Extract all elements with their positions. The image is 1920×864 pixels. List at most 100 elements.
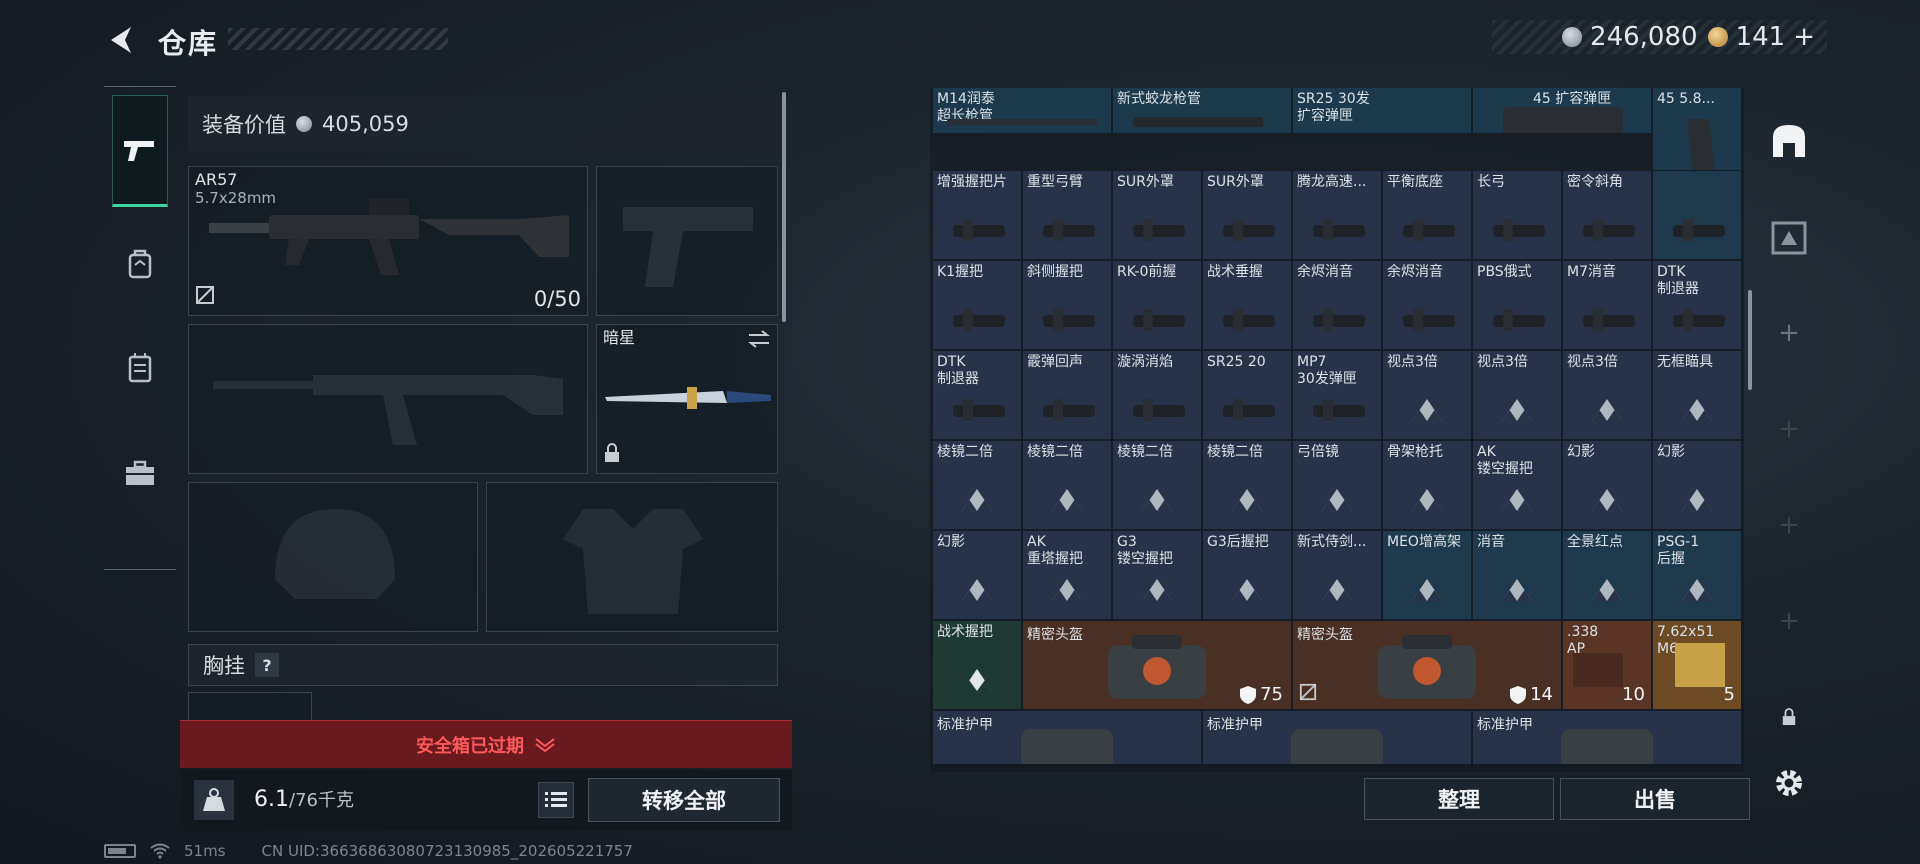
nav-vest[interactable] — [112, 339, 168, 395]
helmet-item-b[interactable]: 精密头盔 14 — [1292, 620, 1562, 710]
inventory-item[interactable]: 45 扩容弹匣 — [1472, 88, 1652, 134]
sort-button[interactable]: 整理 — [1364, 778, 1554, 820]
armor-slot[interactable] — [486, 482, 778, 632]
inventory-item[interactable]: 新式蛟龙枪管 — [1112, 88, 1292, 134]
inventory-item[interactable]: 斜侧握把 — [1022, 260, 1112, 350]
weight-max: /76千克 — [289, 790, 354, 811]
inventory-item[interactable]: G3后握把 — [1202, 530, 1292, 620]
armor-silhouette-icon — [563, 509, 703, 614]
back-button[interactable] — [100, 20, 144, 60]
inventory-item[interactable] — [1652, 170, 1742, 260]
inventory-item[interactable]: 长弓 — [1472, 170, 1562, 260]
chest-rig-bar[interactable]: 胸挂 ? — [188, 644, 778, 686]
inventory-item[interactable]: 幻影 — [932, 530, 1022, 620]
transfer-all-button[interactable]: 转移全部 — [588, 778, 780, 822]
inventory-item[interactable]: PBS俄式 — [1472, 260, 1562, 350]
inventory-item[interactable]: 视点3倍 — [1382, 350, 1472, 440]
unknown-item-icon — [1142, 579, 1172, 601]
inventory-item[interactable]: DTK 制退器 — [1652, 260, 1742, 350]
inventory-item[interactable]: 棱镜二倍 — [1112, 440, 1202, 530]
armor-item[interactable]: 标准护甲 — [932, 710, 1202, 764]
attachment-icon — [1403, 219, 1455, 241]
inventory-item[interactable]: 消音 — [1472, 530, 1562, 620]
inventory-item[interactable]: SUR外罩 — [1202, 170, 1292, 260]
inventory-item[interactable]: 7.62x51 M6... 5 — [1652, 620, 1742, 710]
inventory-item[interactable]: PSG-1 后握 — [1652, 530, 1742, 620]
inventory-item[interactable]: 骨架枪托 — [1382, 440, 1472, 530]
no-insure-icon — [1299, 683, 1317, 705]
inventory-item[interactable]: SUR外罩 — [1112, 170, 1202, 260]
inventory-item[interactable]: 密令斜角 — [1562, 170, 1652, 260]
inventory-item[interactable]: 余烬消音 — [1292, 260, 1382, 350]
inventory-item[interactable]: 幻影 — [1652, 440, 1742, 530]
storage-tab[interactable] — [1764, 116, 1814, 166]
helmet-slot[interactable] — [188, 482, 478, 632]
secondary-weapon-slot[interactable] — [188, 324, 588, 474]
inventory-item[interactable]: 余烬消音 — [1382, 260, 1472, 350]
swap-icon[interactable] — [747, 329, 771, 353]
inventory-item[interactable]: MEO增高架 — [1382, 530, 1472, 620]
helmet-item-a[interactable]: 精密头盔 75 — [1022, 620, 1292, 710]
inventory-item[interactable]: K1握把 — [932, 260, 1022, 350]
safe-box-expired-banner[interactable]: 安全箱已过期 — [180, 720, 792, 768]
chest-rig-slot[interactable] — [188, 692, 312, 722]
nav-weapons[interactable] — [112, 95, 168, 207]
settings-button[interactable] — [1764, 758, 1814, 808]
inventory-item[interactable]: AK 重塔握把 — [1022, 530, 1112, 620]
inventory-item[interactable]: 战术握把 — [932, 620, 1022, 710]
inventory-item[interactable]: DTK 制退器 — [932, 350, 1022, 440]
item-name: K1握把 — [937, 264, 984, 280]
inventory-item[interactable]: 视点3倍 — [1562, 350, 1652, 440]
inventory-item[interactable]: 视点3倍 — [1472, 350, 1562, 440]
armor-item[interactable]: 标准护甲 — [1472, 710, 1742, 764]
inventory-item[interactable]: AK 镂空握把 — [1472, 440, 1562, 530]
unknown-item-icon — [962, 669, 992, 691]
add-currency-icon[interactable]: + — [1793, 22, 1815, 52]
attachment-icon — [1673, 219, 1725, 241]
inventory-item[interactable]: SR25 20 — [1202, 350, 1292, 440]
add-tab-button[interactable]: + — [1764, 500, 1814, 550]
sell-button[interactable]: 出售 — [1560, 778, 1750, 820]
inventory-item[interactable]: SR25 30发 扩容弹匣 — [1292, 88, 1472, 134]
inventory-item[interactable]: 幻影 — [1562, 440, 1652, 530]
nav-backpack[interactable] — [112, 235, 168, 291]
inventory-item[interactable]: 增强握把片 — [932, 170, 1022, 260]
inventory-item[interactable]: MP7 30发弹匣 — [1292, 350, 1382, 440]
melee-slot[interactable]: 暗星 — [596, 324, 778, 474]
add-tab-button[interactable]: + — [1764, 404, 1814, 454]
inventory-item[interactable]: 棱镜二倍 — [1202, 440, 1292, 530]
equipment-scrollbar[interactable] — [782, 92, 786, 322]
armor-item[interactable]: 标准护甲 — [1202, 710, 1472, 764]
inventory-item[interactable]: 重型弓臂 — [1022, 170, 1112, 260]
armor-bag-icon — [1291, 729, 1383, 764]
inventory-item[interactable]: 棱镜二倍 — [1022, 440, 1112, 530]
inventory-item[interactable]: 战术垂握 — [1202, 260, 1292, 350]
inventory-item[interactable]: 无框瞄具 — [1652, 350, 1742, 440]
inventory-item[interactable]: 弓倍镜 — [1292, 440, 1382, 530]
inventory-item[interactable]: G3 镂空握把 — [1112, 530, 1202, 620]
inventory-item[interactable]: 霰弹回声 — [1022, 350, 1112, 440]
inventory-item[interactable]: 平衡底座 — [1382, 170, 1472, 260]
inventory-item[interactable]: 全景红点 — [1562, 530, 1652, 620]
gold-currency[interactable]: 141 + — [1707, 22, 1815, 52]
container-tab[interactable] — [1764, 212, 1814, 262]
inventory-item[interactable]: 棱镜二倍 — [932, 440, 1022, 530]
lock-tab[interactable] — [1764, 692, 1814, 742]
inventory-scrollbar[interactable] — [1748, 290, 1752, 390]
add-tab-button[interactable]: + — [1764, 596, 1814, 646]
add-tab-button[interactable]: + — [1764, 308, 1814, 358]
help-icon[interactable]: ? — [255, 653, 279, 677]
pistol-slot[interactable] — [596, 166, 778, 316]
inventory-item[interactable]: RK-0前握 — [1112, 260, 1202, 350]
nav-case[interactable] — [112, 445, 168, 501]
item-name: 战术握把 — [937, 624, 993, 640]
list-view-button[interactable] — [538, 782, 574, 818]
inventory-item[interactable]: 腾龙高速... — [1292, 170, 1382, 260]
armor-value: 14 — [1530, 684, 1553, 705]
inventory-item[interactable]: M7消音 — [1562, 260, 1652, 350]
inventory-item[interactable]: 漩涡消焰 — [1112, 350, 1202, 440]
inventory-item[interactable]: .338 AP 10 — [1562, 620, 1652, 710]
inventory-item[interactable]: M14润泰 超长枪管 — [932, 88, 1112, 134]
inventory-item[interactable]: 新式侍剑... — [1292, 530, 1382, 620]
primary-weapon-slot[interactable]: AR57 5.7x28mm 0/50 — [188, 166, 588, 316]
